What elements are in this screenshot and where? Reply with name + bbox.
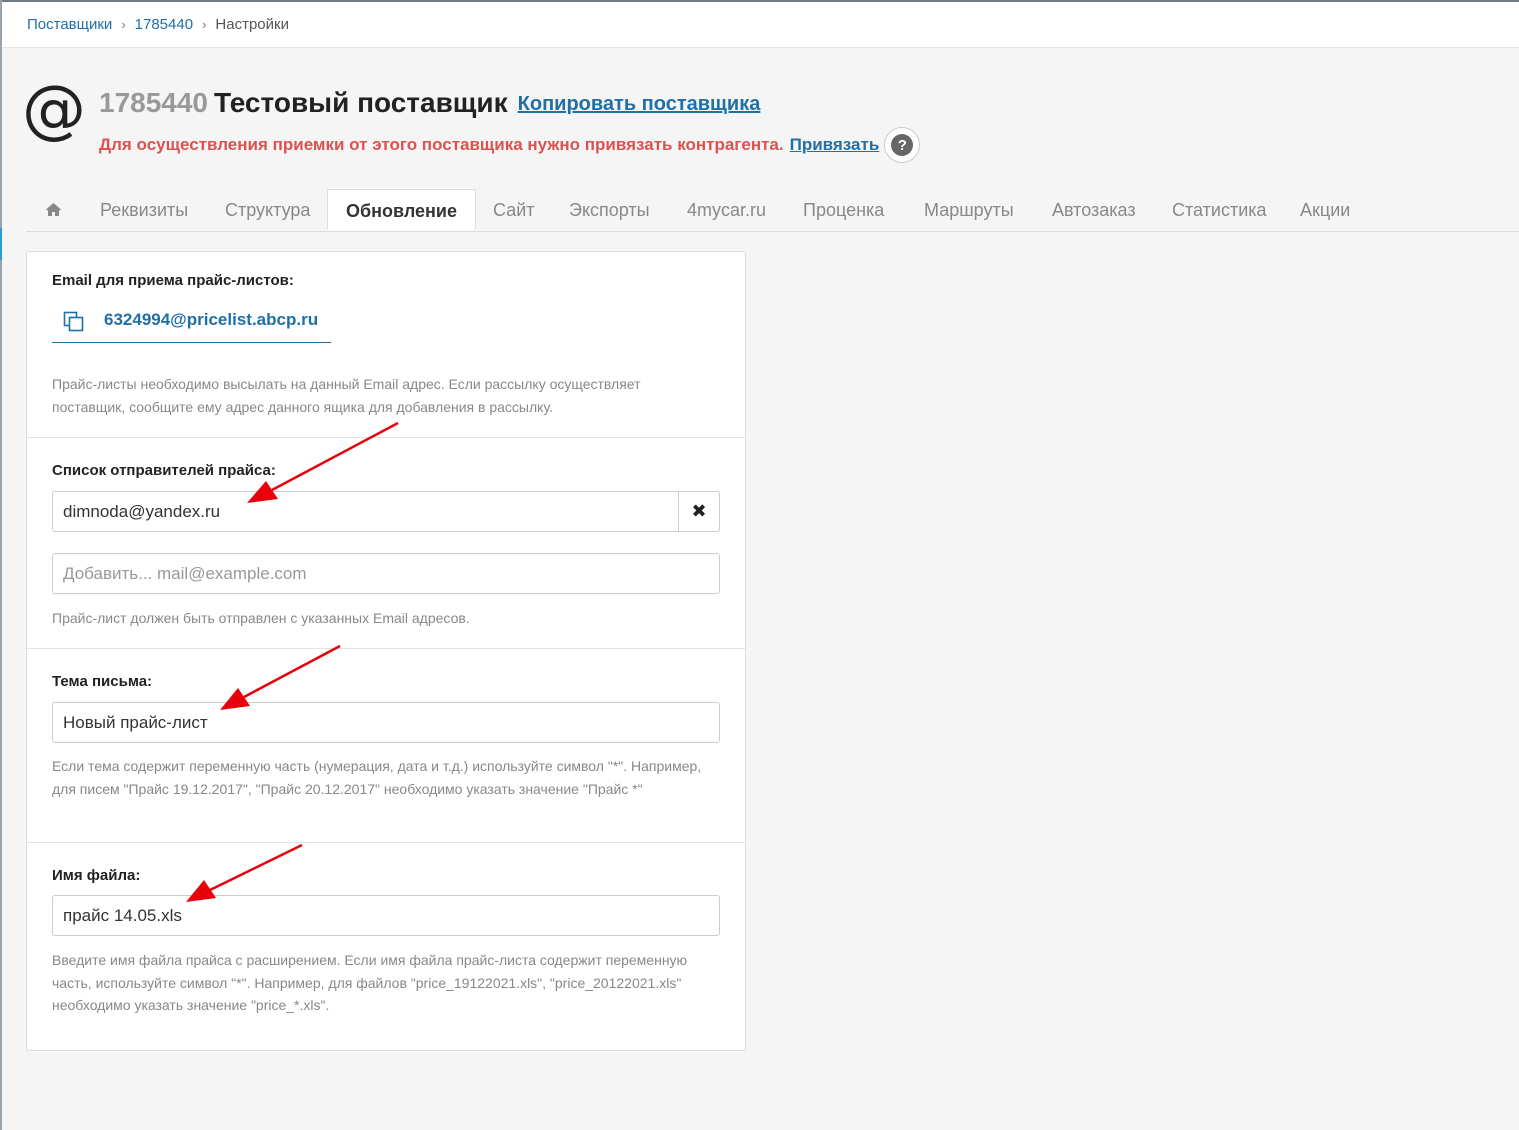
tab-exports[interactable]: Экспорты (569, 189, 650, 230)
subject-label: Тема письма: (52, 673, 153, 690)
breadcrumb-separator: › (121, 17, 126, 32)
contractor-warning: Для осуществления приемки от этого поста… (99, 127, 921, 163)
breadcrumb-supplier-id-link[interactable]: 1785440 (135, 16, 193, 33)
sender-email-value: dimnoda@yandex.ru (63, 502, 221, 521)
sender-email-input[interactable]: dimnoda@yandex.ru ✖ (52, 491, 720, 532)
tab-4mycar[interactable]: 4mycar.ru (687, 189, 766, 230)
tab-home[interactable] (45, 189, 62, 230)
tab-update[interactable]: Обновление (327, 189, 476, 230)
tab-site[interactable]: Сайт (493, 189, 535, 230)
section-divider (27, 648, 745, 649)
tab-structure[interactable]: Структура (225, 189, 310, 230)
tab-routes[interactable]: Маршруты (924, 189, 1014, 230)
pricelist-email-hint: Прайс-листы необходимо высылать на данны… (52, 376, 641, 415)
subject-input[interactable]: Новый прайс-лист (52, 702, 720, 743)
warning-text: Для осуществления приемки от этого поста… (99, 135, 784, 154)
section-divider (27, 842, 745, 843)
settings-tabs: Реквизиты Структура Обновление Сайт Эксп… (26, 189, 1519, 232)
tab-pricing[interactable]: Проценка (803, 189, 884, 230)
close-icon: ✖ (691, 501, 707, 521)
remove-sender-button[interactable]: ✖ (678, 491, 720, 532)
senders-hint: Прайс-лист должен быть отправлен с указа… (52, 610, 470, 626)
copy-icon (63, 311, 84, 332)
page-title: 1785440 Тестовый поставщик Копировать пост… (99, 87, 760, 119)
bind-contractor-link[interactable]: Привязать (790, 135, 880, 155)
pricelist-email-copy[interactable]: 6324994@pricelist.abcp.ru (52, 297, 331, 343)
left-accent-marker (0, 228, 2, 260)
supplier-name: Тестовый поставщик (214, 87, 508, 118)
tab-requisites[interactable]: Реквизиты (100, 189, 188, 230)
tab-promotions[interactable]: Акции (1300, 189, 1350, 230)
copy-supplier-link[interactable]: Копировать поставщика (518, 93, 761, 115)
supplier-id: 1785440 (99, 87, 209, 118)
update-settings-panel: Email для приема прайс-листов: 6324994@p… (26, 251, 746, 1051)
filename-hint: Введите имя файла прайса с расширением. … (52, 952, 688, 1013)
section-divider (27, 437, 745, 438)
tab-autoorder[interactable]: Автозаказ (1052, 189, 1136, 230)
home-icon (46, 203, 61, 216)
add-sender-input[interactable]: Добавить... mail@example.com (52, 553, 720, 594)
senders-label: Список отправителей прайса: (52, 462, 276, 479)
breadcrumb-suppliers-link[interactable]: Поставщики (27, 16, 112, 33)
window-left-border (0, 0, 2, 1130)
help-button[interactable]: ? (884, 127, 921, 163)
question-icon: ? (891, 134, 914, 156)
email-supplier-icon: @ (22, 73, 86, 147)
filename-input[interactable]: прайс 14.05.xls (52, 895, 720, 936)
filename-label: Имя файла: (52, 867, 141, 884)
pricelist-email: 6324994@pricelist.abcp.ru (104, 310, 319, 329)
breadcrumb-current: Настройки (215, 16, 289, 33)
pricelist-email-label: Email для приема прайс-листов: (52, 272, 294, 289)
breadcrumb-separator: › (202, 17, 207, 32)
breadcrumb-bar: Поставщики › 1785440 › Настройки (2, 2, 1519, 48)
breadcrumb: Поставщики › 1785440 › Настройки (27, 16, 289, 33)
tab-statistics[interactable]: Статистика (1172, 189, 1267, 230)
subject-hint: Если тема содержит переменную часть (нум… (52, 758, 702, 797)
